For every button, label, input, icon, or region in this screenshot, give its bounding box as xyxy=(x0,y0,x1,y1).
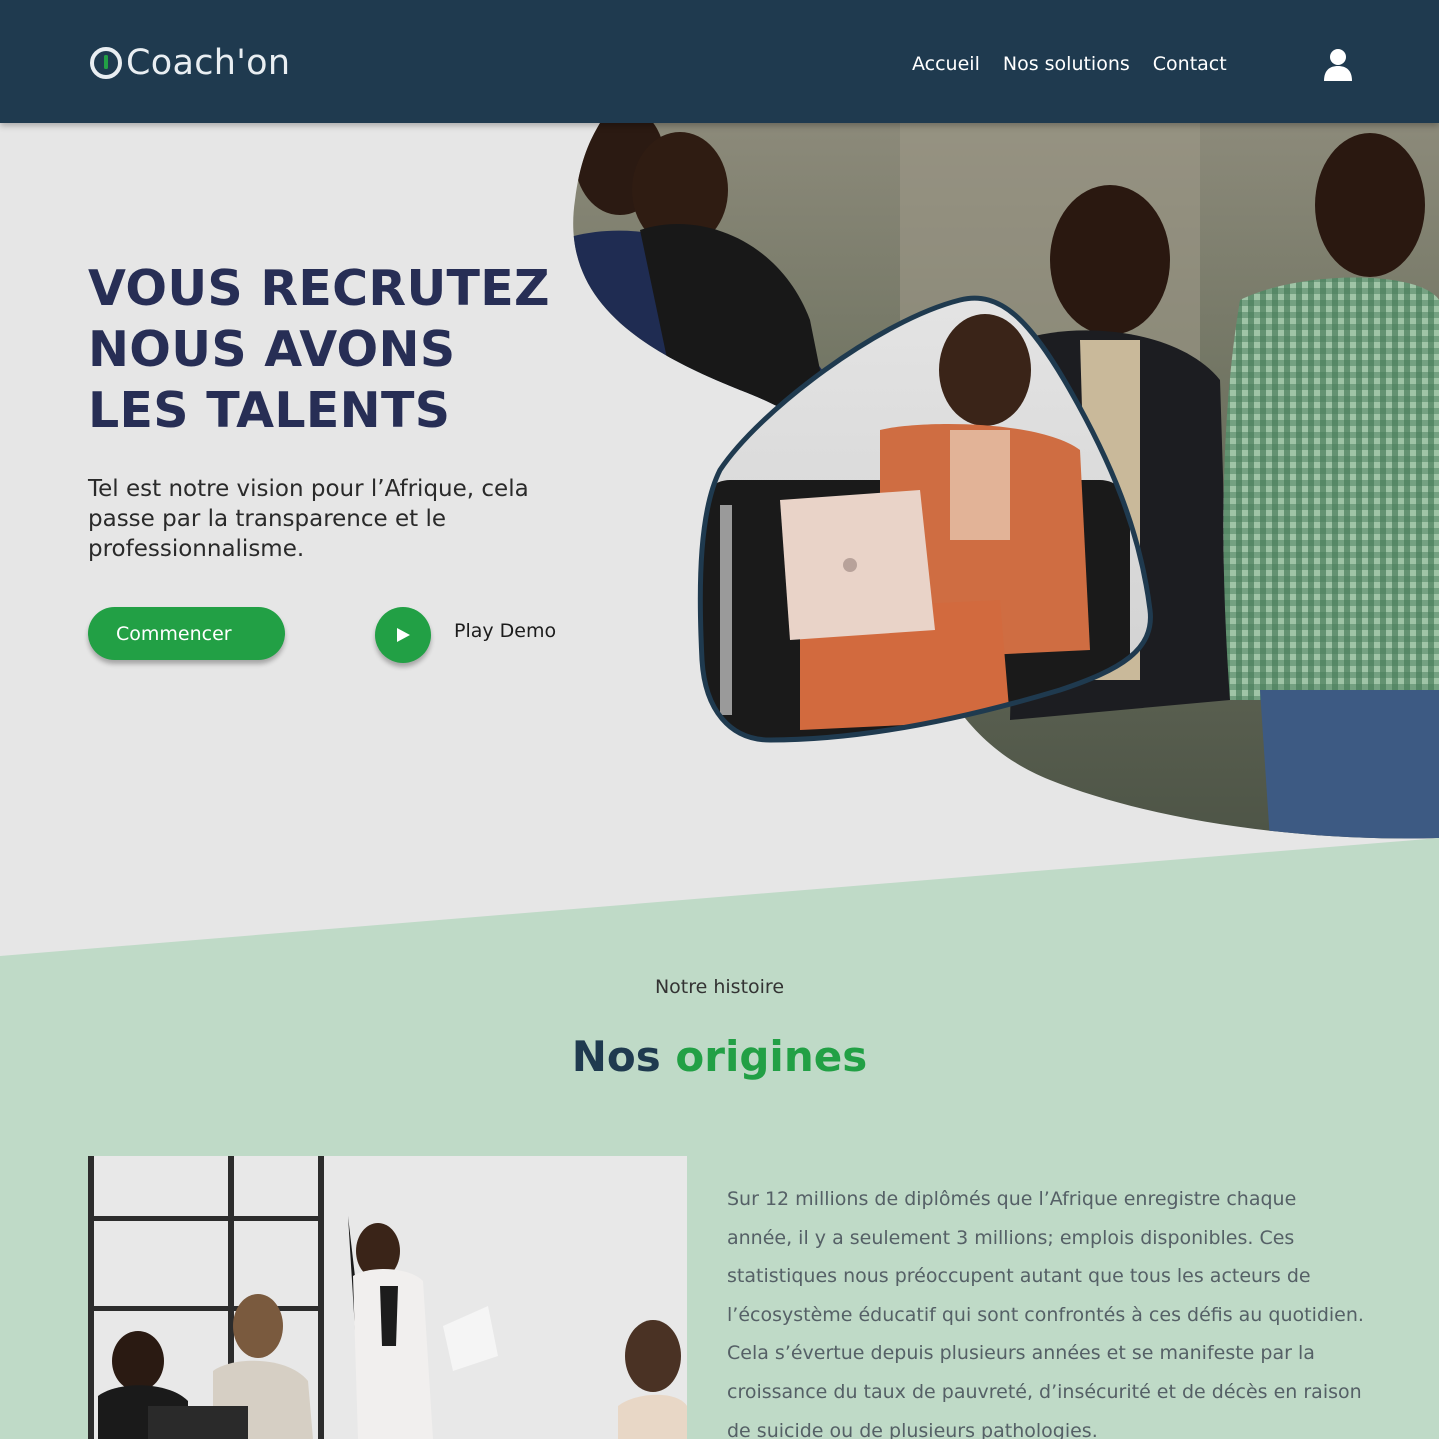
play-icon xyxy=(397,628,410,642)
hero-title-line-2: NOUS AVONS xyxy=(88,321,456,378)
hero-subtitle: Tel est notre vision pour l’Afrique, cel… xyxy=(88,476,529,562)
landing-page: Coach'on Accueil Nos solutions Contact V… xyxy=(0,0,1439,1439)
section-kicker: Notre histoire xyxy=(654,976,785,998)
site-header: Coach'on Accueil Nos solutions Contact xyxy=(0,0,1439,123)
meeting-photo xyxy=(88,1156,687,1439)
hero-title: VOUS RECRUTEZ NOUS AVONS LES TALENTS xyxy=(88,258,550,441)
nav-contact[interactable]: Contact xyxy=(1153,52,1227,76)
power-icon xyxy=(90,47,122,79)
section-title: Nos origines xyxy=(0,1028,1439,1086)
nav-accueil[interactable]: Accueil xyxy=(912,52,980,76)
origins-body: Sur 12 millions de diplômés que l’Afriqu… xyxy=(727,1188,1364,1439)
section-title-part-1: Nos xyxy=(571,1032,661,1081)
hero-title-line-1: VOUS RECRUTEZ xyxy=(88,260,550,317)
section-title-part-2: origines xyxy=(675,1032,868,1081)
commencer-button[interactable]: Commencer xyxy=(88,607,285,660)
play-demo-label[interactable]: Play Demo xyxy=(454,620,556,642)
hero-title-line-3: LES TALENTS xyxy=(88,382,451,439)
brand-logo[interactable]: Coach'on xyxy=(88,43,290,83)
user-icon xyxy=(1324,49,1352,81)
user-account-button[interactable] xyxy=(1322,48,1354,82)
nav-nos-solutions[interactable]: Nos solutions xyxy=(1003,52,1130,76)
main-nav: Accueil Nos solutions Contact xyxy=(912,52,1227,76)
brand-name: Coach'on xyxy=(126,43,291,83)
play-demo-button[interactable] xyxy=(375,607,431,663)
